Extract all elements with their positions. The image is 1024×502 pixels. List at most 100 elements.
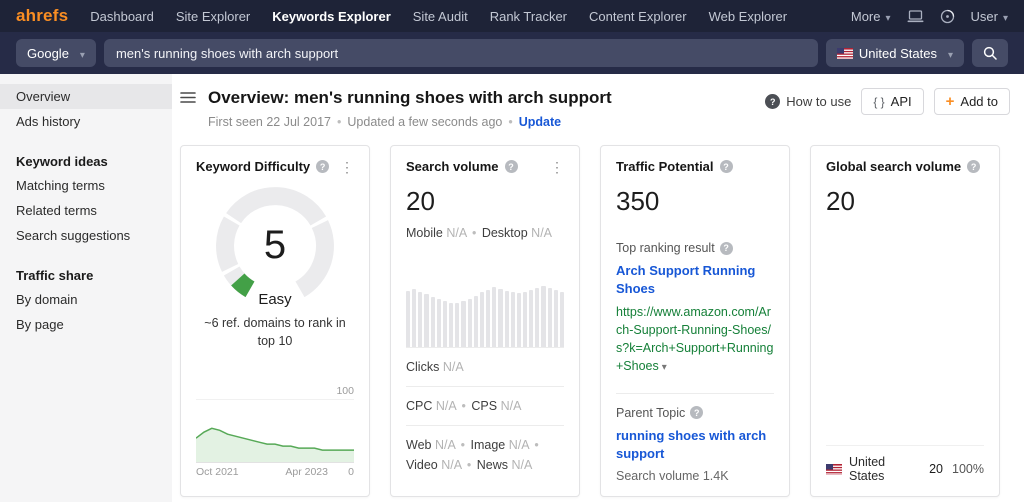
how-to-use-link[interactable]: How to use bbox=[765, 94, 851, 109]
spacer bbox=[616, 217, 774, 241]
volume-bar bbox=[492, 287, 496, 347]
volume-bar bbox=[505, 291, 509, 347]
country-percent: 100% bbox=[950, 462, 984, 476]
volume-bar bbox=[431, 297, 435, 347]
desktop-value: N/A bbox=[531, 226, 552, 240]
kd-gauge: 5 bbox=[205, 184, 345, 307]
image-value: N/A bbox=[509, 438, 529, 452]
sidebar-item-ads-history[interactable]: Ads history bbox=[0, 109, 172, 134]
volume-bar bbox=[523, 292, 527, 347]
card-title: Keyword Difficulty bbox=[196, 159, 310, 174]
top-nav: ahrefs Dashboard Site Explorer Keywords Ex… bbox=[0, 0, 1024, 32]
update-link[interactable]: Update bbox=[519, 115, 561, 129]
sidebar-item-by-page[interactable]: By page bbox=[0, 312, 172, 337]
bullet-separator bbox=[460, 399, 468, 413]
parent-topic-volume: Search volume 1.4K bbox=[616, 469, 774, 483]
y-axis-min-label: 0 bbox=[348, 466, 354, 478]
sidebar-item-matching-terms[interactable]: Matching terms bbox=[0, 173, 172, 198]
title-block: Overview: men's running shoes with arch … bbox=[208, 88, 612, 129]
top-result-title-link[interactable]: Arch Support Running Shoes bbox=[616, 262, 774, 297]
laptop-icon[interactable] bbox=[907, 10, 924, 23]
volume-bar bbox=[535, 288, 539, 347]
traffic-potential-value: 350 bbox=[616, 186, 774, 217]
card-title-row: Global search volume bbox=[826, 159, 984, 174]
nav-item-web-explorer[interactable]: Web Explorer bbox=[709, 9, 788, 24]
add-to-button[interactable]: Add to bbox=[934, 88, 1010, 115]
clicks-row: Clicks N/A bbox=[406, 347, 564, 386]
search-engine-select[interactable]: Google bbox=[16, 39, 96, 67]
updated-text: Updated a few seconds ago bbox=[347, 115, 502, 129]
help-icon[interactable] bbox=[967, 160, 980, 173]
keyword-input[interactable] bbox=[104, 39, 818, 67]
divider bbox=[616, 393, 774, 394]
mobile-value: N/A bbox=[446, 226, 466, 240]
first-seen-text: First seen 22 Jul 2017 bbox=[208, 115, 331, 129]
top-result-url-link[interactable]: https://www.amazon.com/Arch-Support-Runn… bbox=[616, 303, 774, 376]
volume-bar bbox=[498, 289, 502, 347]
add-to-label: Add to bbox=[960, 94, 998, 109]
ahrefs-logo[interactable]: ahrefs bbox=[16, 6, 68, 26]
chevron-down-icon bbox=[880, 9, 890, 24]
help-icon[interactable] bbox=[505, 160, 518, 173]
nav-item-content-explorer[interactable]: Content Explorer bbox=[589, 9, 687, 24]
country-volume-row[interactable]: United States 20 100% bbox=[826, 445, 984, 483]
sidebar-item-by-domain[interactable]: By domain bbox=[0, 287, 172, 312]
country-name: United States bbox=[849, 455, 922, 483]
chevron-down-icon[interactable] bbox=[659, 359, 667, 373]
card-title-row: Keyword Difficulty bbox=[196, 159, 354, 174]
more-menu[interactable]: More bbox=[851, 9, 891, 24]
ahrefs-app: ahrefs Dashboard Site Explorer Keywords Ex… bbox=[0, 0, 1024, 502]
help-icon[interactable] bbox=[720, 160, 733, 173]
volume-bar bbox=[560, 292, 564, 347]
nav-item-dashboard[interactable]: Dashboard bbox=[90, 9, 154, 24]
sidebar-item-search-suggestions[interactable]: Search suggestions bbox=[0, 223, 172, 248]
volume-bar bbox=[474, 296, 478, 347]
bullet-separator bbox=[508, 115, 512, 129]
help-icon[interactable] bbox=[690, 406, 703, 419]
x-axis-end-label: Apr 2023 bbox=[285, 466, 328, 478]
nav-item-site-explorer[interactable]: Site Explorer bbox=[176, 9, 250, 24]
chevron-down-icon bbox=[75, 46, 85, 61]
metric-cards: Keyword Difficulty bbox=[180, 145, 1010, 497]
help-icon[interactable] bbox=[720, 242, 733, 255]
plus-icon bbox=[946, 93, 961, 110]
sidebar-section-keyword-ideas: Keyword ideas bbox=[0, 150, 172, 173]
api-button[interactable]: API bbox=[861, 88, 923, 115]
parent-topic-text: Parent Topic bbox=[616, 406, 685, 420]
volume-bar bbox=[517, 293, 521, 347]
kd-description: ~6 ref. domains to rank in top 10 bbox=[196, 315, 354, 350]
hamburger-menu-icon[interactable] bbox=[180, 91, 196, 104]
bullet-separator bbox=[532, 438, 540, 452]
kd-area-fill bbox=[196, 428, 354, 462]
sidebar-item-overview[interactable]: Overview bbox=[0, 84, 172, 109]
search-button[interactable] bbox=[972, 39, 1008, 67]
kebab-menu-icon[interactable] bbox=[340, 160, 354, 174]
sidebar-item-related-terms[interactable]: Related terms bbox=[0, 198, 172, 223]
desktop-label: Desktop bbox=[482, 226, 528, 240]
user-menu[interactable]: User bbox=[971, 9, 1008, 24]
sidebar: OverviewAds history Keyword ideasMatching… bbox=[0, 74, 172, 502]
usage-ring-icon[interactable] bbox=[940, 9, 955, 24]
volume-bar bbox=[511, 292, 515, 347]
volume-bar bbox=[455, 303, 459, 347]
url-text: https://www.amazon.com/Arch-Support-Runn… bbox=[616, 305, 773, 373]
spacer bbox=[826, 217, 984, 445]
kd-sparkline bbox=[196, 400, 354, 463]
nav-item-site-audit[interactable]: Site Audit bbox=[413, 9, 468, 24]
nav-item-rank-tracker[interactable]: Rank Tracker bbox=[490, 9, 567, 24]
page-title: Overview: men's running shoes with arch … bbox=[208, 88, 612, 108]
volume-bar bbox=[437, 299, 441, 347]
main-header: Overview: men's running shoes with arch … bbox=[180, 88, 1010, 129]
parent-topic-link[interactable]: running shoes with arch support bbox=[616, 427, 774, 463]
clicks-value: N/A bbox=[443, 360, 464, 374]
nav-item-keywords-explorer[interactable]: Keywords Explorer bbox=[272, 9, 391, 24]
content: OverviewAds history Keyword ideasMatching… bbox=[0, 74, 1024, 502]
search-icon bbox=[983, 46, 997, 60]
volume-bar bbox=[548, 288, 552, 347]
volume-bar bbox=[486, 290, 490, 347]
country-select[interactable]: United States bbox=[826, 39, 964, 67]
kebab-menu-icon[interactable] bbox=[550, 160, 564, 174]
how-to-use-label: How to use bbox=[786, 94, 851, 109]
help-icon[interactable] bbox=[316, 160, 329, 173]
image-label: Image bbox=[470, 438, 505, 452]
